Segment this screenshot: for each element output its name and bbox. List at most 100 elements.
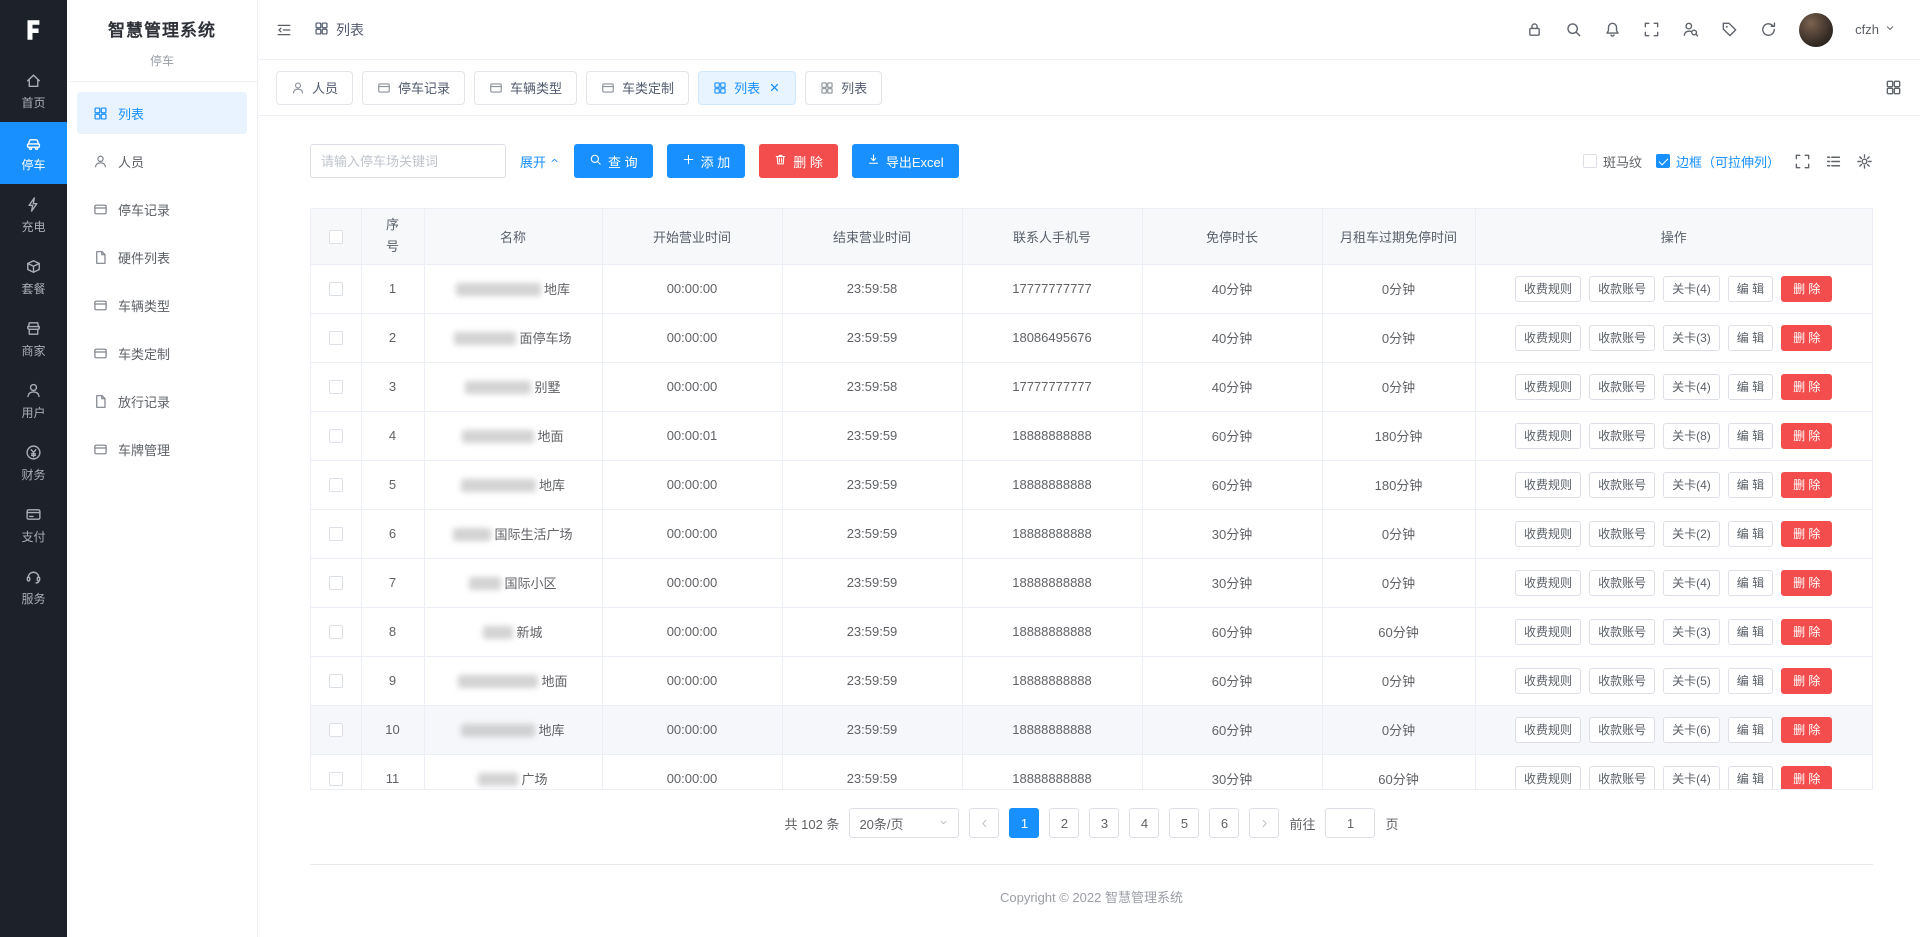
delete-row-button[interactable]: 删 除: [1781, 619, 1832, 645]
gates-button[interactable]: 关卡(4): [1663, 374, 1720, 400]
edit-button[interactable]: 编 辑: [1728, 570, 1773, 596]
delete-row-button[interactable]: 删 除: [1781, 668, 1832, 694]
page-button-6[interactable]: 6: [1209, 808, 1239, 838]
edit-button[interactable]: 编 辑: [1728, 766, 1773, 791]
payment-account-button[interactable]: 收款账号: [1589, 276, 1655, 302]
gates-button[interactable]: 关卡(4): [1663, 570, 1720, 596]
payment-account-button[interactable]: 收款账号: [1589, 374, 1655, 400]
query-button[interactable]: 查 询: [574, 144, 653, 178]
tab-options-button[interactable]: [1885, 79, 1902, 96]
tab-停车记录-1[interactable]: 停车记录: [362, 71, 465, 105]
add-button[interactable]: 添 加: [667, 144, 746, 178]
row-checkbox[interactable]: [329, 331, 343, 345]
sidebar-item-vclass[interactable]: 车类定制: [77, 332, 247, 374]
row-checkbox[interactable]: [329, 380, 343, 394]
search-button[interactable]: [1565, 21, 1582, 38]
payment-account-button[interactable]: 收款账号: [1589, 766, 1655, 791]
fee-rule-button[interactable]: 收费规则: [1515, 521, 1581, 547]
refresh-button[interactable]: [1760, 21, 1777, 38]
bell-button[interactable]: [1604, 21, 1621, 38]
table-density-button[interactable]: [1825, 153, 1842, 170]
edit-button[interactable]: 编 辑: [1728, 472, 1773, 498]
sidebar-item-person[interactable]: 人员: [77, 140, 247, 182]
payment-account-button[interactable]: 收款账号: [1589, 423, 1655, 449]
payment-account-button[interactable]: 收款账号: [1589, 325, 1655, 351]
page-button-4[interactable]: 4: [1129, 808, 1159, 838]
zebra-checkbox[interactable]: [1583, 154, 1597, 168]
row-checkbox[interactable]: [329, 772, 343, 786]
edit-button[interactable]: 编 辑: [1728, 668, 1773, 694]
page-button-5[interactable]: 5: [1169, 808, 1199, 838]
delete-row-button[interactable]: 删 除: [1781, 521, 1832, 547]
fee-rule-button[interactable]: 收费规则: [1515, 766, 1581, 791]
rail-item-service[interactable]: 服务: [0, 556, 67, 618]
expand-button[interactable]: [1643, 21, 1660, 38]
sidebar-collapse-button[interactable]: [276, 22, 292, 38]
tab-车辆类型-2[interactable]: 车辆类型: [474, 71, 577, 105]
expand-filters-link[interactable]: 展开: [520, 152, 560, 171]
table-settings-button[interactable]: [1856, 153, 1873, 170]
edit-button[interactable]: 编 辑: [1728, 325, 1773, 351]
rail-item-user[interactable]: 用户: [0, 370, 67, 432]
sidebar-item-plate[interactable]: 车牌管理: [77, 428, 247, 470]
rail-item-home[interactable]: 首页: [0, 60, 67, 122]
edit-button[interactable]: 编 辑: [1728, 619, 1773, 645]
rail-item-parking[interactable]: 停车: [0, 122, 67, 184]
delete-row-button[interactable]: 删 除: [1781, 472, 1832, 498]
page-button-3[interactable]: 3: [1089, 808, 1119, 838]
gates-button[interactable]: 关卡(3): [1663, 325, 1720, 351]
fee-rule-button[interactable]: 收费规则: [1515, 325, 1581, 351]
sidebar-item-list[interactable]: 列表: [77, 92, 247, 134]
sidebar-item-hardware[interactable]: 硬件列表: [77, 236, 247, 278]
delete-row-button[interactable]: 删 除: [1781, 717, 1832, 743]
gates-button[interactable]: 关卡(8): [1663, 423, 1720, 449]
sidebar-item-vtype[interactable]: 车辆类型: [77, 284, 247, 326]
search-input[interactable]: [310, 144, 506, 178]
payment-account-button[interactable]: 收款账号: [1589, 472, 1655, 498]
row-checkbox[interactable]: [329, 429, 343, 443]
tab-列表-5[interactable]: 列表: [805, 71, 882, 105]
zebra-stripe-toggle[interactable]: 斑马纹: [1583, 152, 1642, 171]
fee-rule-button[interactable]: 收费规则: [1515, 570, 1581, 596]
fee-rule-button[interactable]: 收费规则: [1515, 423, 1581, 449]
table-fullscreen-button[interactable]: [1794, 153, 1811, 170]
page-button-2[interactable]: 2: [1049, 808, 1079, 838]
payment-account-button[interactable]: 收款账号: [1589, 570, 1655, 596]
row-checkbox[interactable]: [329, 478, 343, 492]
user-menu[interactable]: cfzh: [1855, 22, 1896, 37]
row-checkbox[interactable]: [329, 576, 343, 590]
edit-button[interactable]: 编 辑: [1728, 521, 1773, 547]
delete-row-button[interactable]: 删 除: [1781, 374, 1832, 400]
gates-button[interactable]: 关卡(4): [1663, 472, 1720, 498]
sidebar-item-release[interactable]: 放行记录: [77, 380, 247, 422]
delete-row-button[interactable]: 删 除: [1781, 570, 1832, 596]
border-toggle[interactable]: 边框（可拉伸列）: [1656, 152, 1780, 171]
avatar[interactable]: [1799, 13, 1833, 47]
edit-button[interactable]: 编 辑: [1728, 276, 1773, 302]
goto-page-input[interactable]: [1325, 808, 1375, 838]
payment-account-button[interactable]: 收款账号: [1589, 668, 1655, 694]
edit-button[interactable]: 编 辑: [1728, 374, 1773, 400]
payment-account-button[interactable]: 收款账号: [1589, 521, 1655, 547]
page-size-select[interactable]: 20条/页: [849, 808, 959, 838]
row-checkbox[interactable]: [329, 674, 343, 688]
fee-rule-button[interactable]: 收费规则: [1515, 472, 1581, 498]
rail-item-pay[interactable]: 支付: [0, 494, 67, 556]
gates-button[interactable]: 关卡(5): [1663, 668, 1720, 694]
gates-button[interactable]: 关卡(3): [1663, 619, 1720, 645]
delete-button[interactable]: 删 除: [759, 144, 838, 178]
row-checkbox[interactable]: [329, 282, 343, 296]
usersearch-button[interactable]: [1682, 21, 1699, 38]
tab-人员-0[interactable]: 人员: [276, 71, 353, 105]
payment-account-button[interactable]: 收款账号: [1589, 619, 1655, 645]
fee-rule-button[interactable]: 收费规则: [1515, 276, 1581, 302]
rail-item-package[interactable]: 套餐: [0, 246, 67, 308]
edit-button[interactable]: 编 辑: [1728, 423, 1773, 449]
rail-item-finance[interactable]: 财务: [0, 432, 67, 494]
tab-车类定制-3[interactable]: 车类定制: [586, 71, 689, 105]
lock-button[interactable]: [1526, 21, 1543, 38]
row-checkbox[interactable]: [329, 527, 343, 541]
gates-button[interactable]: 关卡(4): [1663, 766, 1720, 791]
gates-button[interactable]: 关卡(2): [1663, 521, 1720, 547]
close-icon[interactable]: [768, 81, 781, 94]
